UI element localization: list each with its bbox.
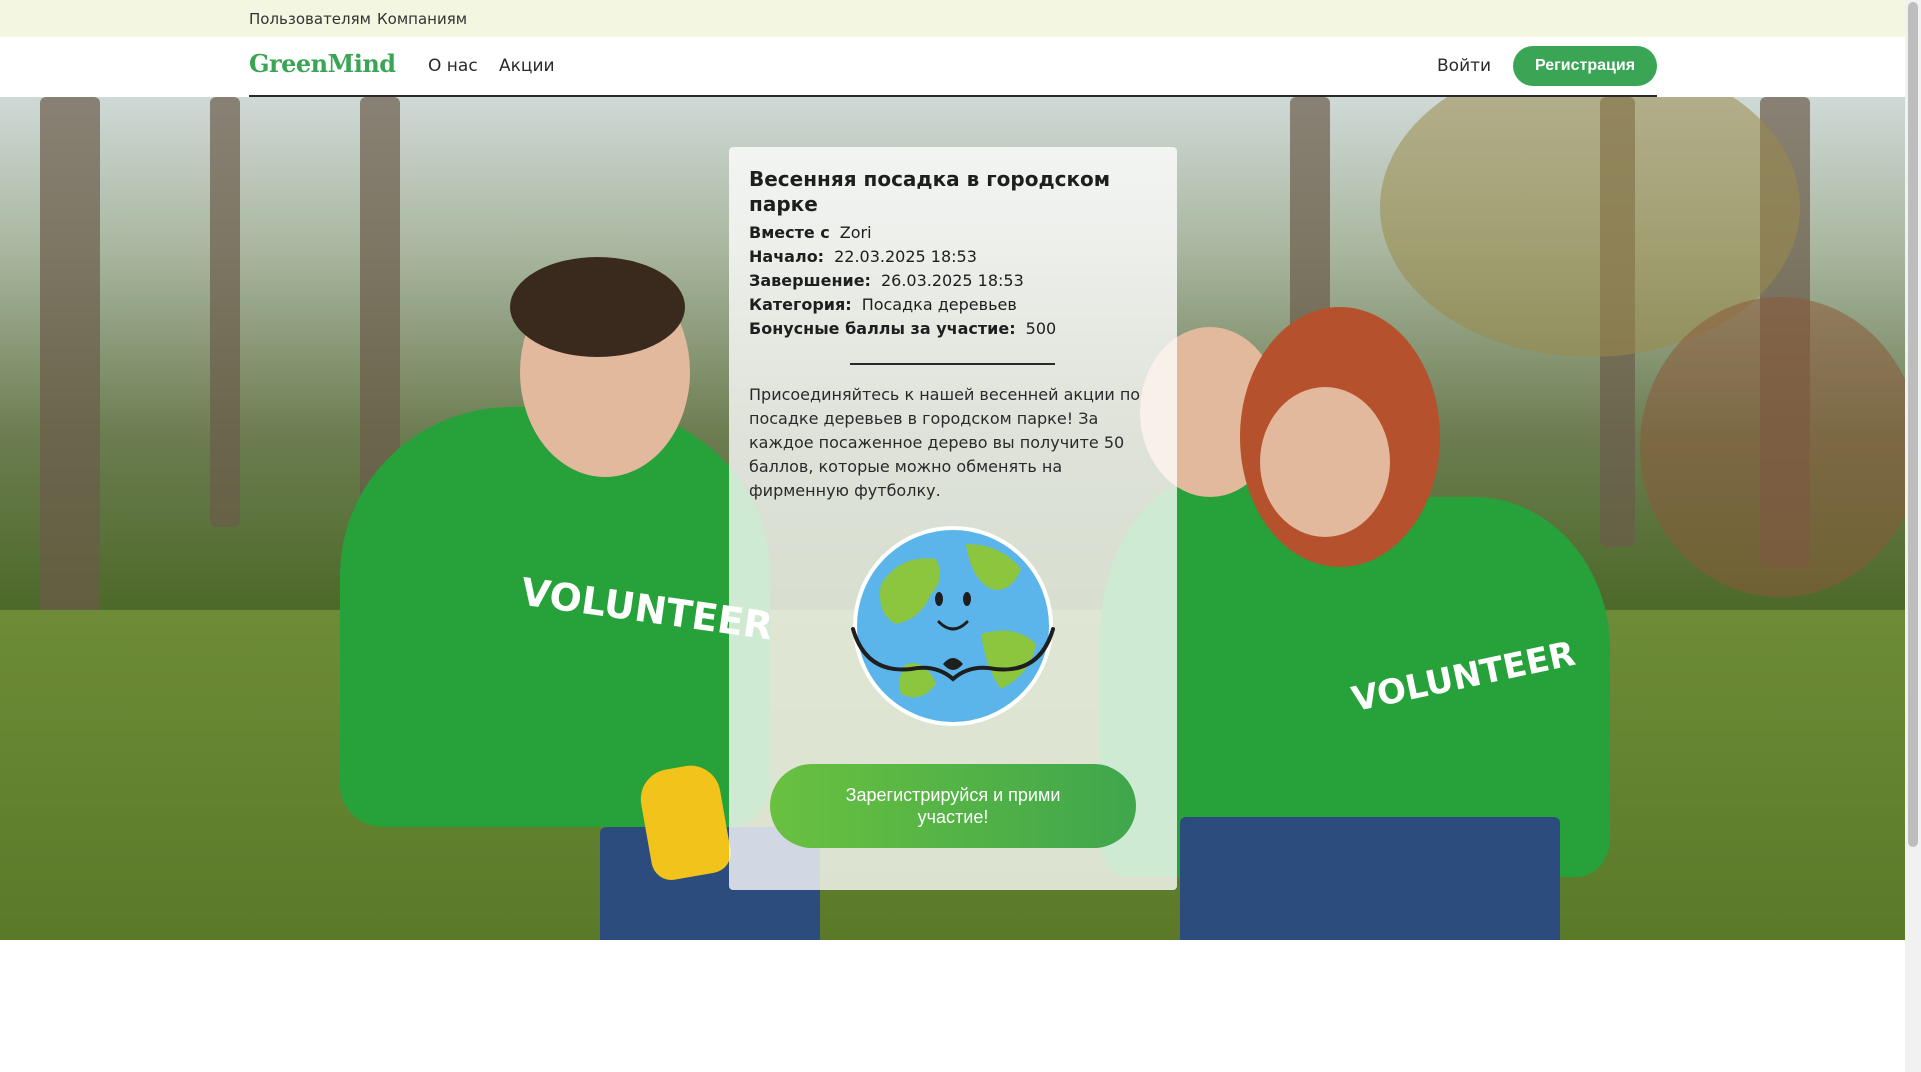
meta-label: Бонусные баллы за участие: <box>749 319 1016 338</box>
event-card: Весенняя посадка в городском парке Вмест… <box>729 147 1177 890</box>
top-utility-bar: Пользователям Компаниям <box>0 0 1905 37</box>
login-link[interactable]: Войти <box>1437 56 1491 76</box>
register-button[interactable]: Регистрация <box>1513 46 1657 86</box>
tree-trunk <box>210 97 240 527</box>
volunteer-head <box>1260 387 1390 537</box>
jeans <box>1180 817 1560 940</box>
meta-value: Посадка деревьев <box>861 295 1017 314</box>
meta-label: Вместе с <box>749 223 830 242</box>
event-meta-category: Категория: Посадка деревьев <box>749 295 1017 314</box>
meta-label: Категория: <box>749 295 852 314</box>
meta-label: Завершение: <box>749 271 871 290</box>
navbar-inner: GreenMind О нас Акции Войти Регистрация <box>249 37 1657 97</box>
scrollbar-thumb[interactable] <box>1908 2 1918 847</box>
meta-value: 22.03.2025 18:53 <box>834 247 977 266</box>
event-meta-partner: Вместе с Zori <box>749 223 872 242</box>
nav-about-link[interactable]: О нас <box>428 56 478 76</box>
meta-label: Начало: <box>749 247 825 266</box>
tree-trunk <box>40 97 100 617</box>
event-meta-bonus: Бонусные баллы за участие: 500 <box>749 319 1056 338</box>
event-description: Присоединяйтесь к нашей весенней акции п… <box>749 385 1141 500</box>
card-divider <box>850 363 1055 365</box>
smiling-earth-icon <box>851 526 1055 726</box>
meta-value: 26.03.2025 18:53 <box>880 271 1024 290</box>
greenmind-logo[interactable]: GreenMind <box>249 49 396 78</box>
event-title: Весенняя посадка в городском парке <box>749 167 1111 216</box>
join-event-button[interactable]: Зарегистрируйся и прими участие! <box>770 764 1136 848</box>
page-scrollbar[interactable] <box>1905 0 1921 1072</box>
volunteer-hair <box>510 257 685 357</box>
event-meta-end: Завершение: 26.03.2025 18:53 <box>749 271 1024 290</box>
meta-value: 500 <box>1025 319 1057 338</box>
foliage <box>1640 297 1905 597</box>
main-navbar: GreenMind О нас Акции Войти Регистрация <box>0 37 1905 97</box>
companies-link[interactable]: Компаниям <box>377 10 467 28</box>
nav-actions-link[interactable]: Акции <box>499 56 555 76</box>
users-link[interactable]: Пользователям <box>249 10 371 28</box>
meta-value: Zori <box>839 223 872 242</box>
event-meta-start: Начало: 22.03.2025 18:53 <box>749 247 977 266</box>
